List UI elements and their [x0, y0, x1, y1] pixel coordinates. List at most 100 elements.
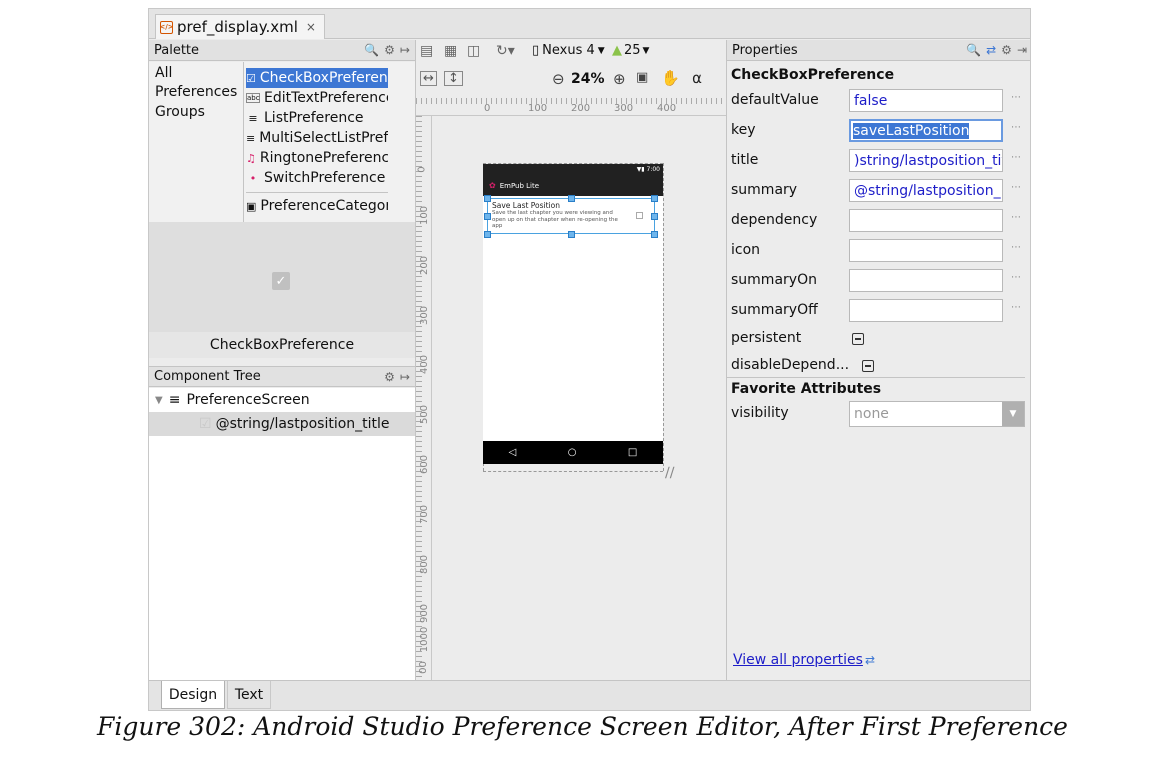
zoom-out-icon[interactable]: ⊖	[552, 70, 565, 88]
palette-item-label: EditTextPreference	[264, 90, 388, 106]
selection-handle[interactable]	[568, 195, 575, 202]
design-view-icon[interactable]: ▤	[420, 43, 433, 59]
dependency-field[interactable]	[849, 209, 1003, 232]
selection-handle[interactable]	[651, 213, 658, 220]
selection-handle[interactable]	[651, 195, 658, 202]
indeterminate-icon	[865, 365, 871, 367]
tab-text[interactable]: Text	[227, 681, 271, 709]
persistent-checkbox[interactable]	[852, 333, 864, 345]
both-view-icon[interactable]: ◫	[467, 43, 480, 59]
edittext-icon: abc	[246, 93, 260, 103]
hide-panel-icon[interactable]: ⇥	[1017, 43, 1027, 57]
default-value-field[interactable]: false	[849, 89, 1003, 112]
selection-handle[interactable]	[484, 195, 491, 202]
title-field[interactable]: )string/lastposition_tit	[849, 149, 1003, 172]
pref-checkbox[interactable]	[636, 212, 643, 219]
palette-item-multiselect[interactable]: ≡ MultiSelectListPreference	[246, 128, 388, 148]
palette-item-edittext[interactable]: abc EditTextPreference	[246, 88, 388, 108]
view-all-properties-link[interactable]: View all properties ⇄	[733, 652, 875, 668]
prop-label: disableDepend...	[731, 357, 850, 373]
more-icon[interactable]: ⋯	[1011, 182, 1021, 193]
icon-field[interactable]	[849, 239, 1003, 262]
more-icon[interactable]: ⋯	[1011, 212, 1021, 223]
visibility-dropdown[interactable]: none ▼	[849, 401, 1025, 427]
prop-label: dependency	[731, 212, 818, 228]
summary-off-field[interactable]	[849, 299, 1003, 322]
gear-icon[interactable]: ⚙	[1001, 43, 1012, 57]
api-selector[interactable]: ▲ 25 ▼	[612, 43, 649, 58]
search-icon[interactable]: 🔍	[966, 43, 981, 57]
pan-hand-icon[interactable]: ✋	[661, 69, 680, 87]
expand-arrow-icon[interactable]: ▼	[155, 395, 163, 406]
palette-item-list[interactable]: ≡ ListPreference	[246, 108, 388, 128]
notification-bell-icon[interactable]: ⍺	[692, 69, 702, 87]
selection-handle[interactable]	[651, 231, 658, 238]
top-ruler: 0 100 200 300 400	[416, 98, 726, 116]
tree-node-child[interactable]: ☑ @string/lastposition_title	[149, 412, 415, 436]
fit-screen-icon[interactable]: ▣	[636, 70, 648, 85]
home-icon: ○	[567, 447, 577, 458]
hide-panel-icon[interactable]: ↦	[400, 43, 410, 57]
palette-category-preferences[interactable]: Preferences	[155, 83, 237, 103]
ruler-tick: 300	[419, 305, 431, 326]
hide-panel-icon[interactable]: ↦	[400, 370, 410, 384]
tab-design[interactable]: Design	[161, 681, 225, 709]
design-canvas[interactable]: ∕∕ ▼▮ 7:00 ✿ EmPub Lite Save Last Positi…	[433, 116, 726, 680]
android-icon: ▲	[612, 43, 622, 58]
device-screen: ▼▮ 7:00 ✿ EmPub Lite Save Last Position …	[483, 164, 663, 464]
ruler-tick: 1000	[419, 626, 431, 653]
file-tab[interactable]: </> pref_display.xml ×	[155, 14, 325, 39]
prop-label: visibility	[731, 405, 789, 421]
key-field[interactable]: saveLastPosition	[849, 119, 1003, 142]
palette-item-ringtone[interactable]: ♫ RingtonePreference	[246, 148, 388, 168]
more-icon[interactable]: ⋯	[1011, 272, 1021, 283]
close-tab-icon[interactable]: ×	[306, 20, 316, 34]
gear-icon[interactable]: ⚙	[384, 370, 395, 384]
expand-horizontal-icon[interactable]: ↔	[420, 71, 437, 86]
wifi-battery-icon: ▼▮	[636, 166, 647, 173]
ruler-tick: 400	[657, 103, 677, 114]
palette-category-groups[interactable]: Groups	[155, 103, 205, 123]
more-icon[interactable]: ⋯	[1011, 92, 1021, 103]
selection-handle[interactable]	[484, 213, 491, 220]
swap-view-icon[interactable]: ⇄	[986, 43, 996, 57]
prop-label: summaryOn	[731, 272, 817, 288]
expand-vertical-icon[interactable]: ↕	[444, 71, 463, 86]
selection-handle[interactable]	[484, 231, 491, 238]
palette-item-checkbox[interactable]: ☑ CheckBoxPreference	[246, 68, 388, 88]
disable-dependents-checkbox[interactable]	[862, 360, 874, 372]
chevron-down-icon: ▼	[597, 45, 605, 56]
resize-handle-icon[interactable]: ∕∕	[665, 465, 674, 481]
ruler-tick: 0	[416, 166, 428, 173]
more-icon[interactable]: ⋯	[1011, 242, 1021, 253]
blueprint-view-icon[interactable]: ▦	[444, 43, 457, 59]
list-icon: ≡	[246, 131, 256, 145]
prop-label: defaultValue	[731, 92, 819, 108]
orientation-icon[interactable]: ↻▾	[496, 43, 515, 59]
tree-node-root[interactable]: ▼ ≡ PreferenceScreen	[155, 390, 310, 410]
bottom-tab-bar: Design Text	[149, 680, 1030, 710]
more-icon[interactable]: ⋯	[1011, 302, 1021, 313]
gear-icon[interactable]: ⚙	[384, 43, 395, 57]
device-selector[interactable]: ▯ Nexus 4 ▼	[532, 43, 605, 58]
zoom-in-icon[interactable]: ⊕	[613, 70, 626, 88]
palette-category-all[interactable]: All	[155, 64, 172, 84]
summary-field[interactable]: @string/lastposition_	[849, 179, 1003, 202]
palette-item-label: SwitchPreference	[264, 170, 386, 186]
search-icon[interactable]: 🔍	[364, 43, 379, 57]
nav-bar: ◁ ○ □	[483, 441, 663, 464]
selection-handle[interactable]	[568, 231, 575, 238]
summary-on-field[interactable]	[849, 269, 1003, 292]
palette-item-category[interactable]: ▣ PreferenceCategory	[246, 196, 388, 216]
phone-icon: ▯	[532, 43, 540, 58]
more-icon[interactable]: ⋯	[1011, 122, 1021, 133]
checkbox-preference[interactable]: Save Last Position Save the last chapter…	[487, 198, 655, 234]
more-icon[interactable]: ⋯	[1011, 152, 1021, 163]
palette-item-label: RingtonePreference	[259, 150, 388, 166]
palette-item-switch[interactable]: • SwitchPreference	[246, 168, 388, 188]
chevron-down-icon[interactable]: ▼	[1002, 402, 1024, 426]
indeterminate-icon	[855, 338, 861, 340]
list-icon: ≡	[168, 392, 181, 408]
ide-window: </> pref_display.xml × Palette 🔍 ⚙ ↦ All…	[148, 8, 1031, 711]
app-toolbar: ✿ EmPub Lite	[483, 175, 663, 196]
